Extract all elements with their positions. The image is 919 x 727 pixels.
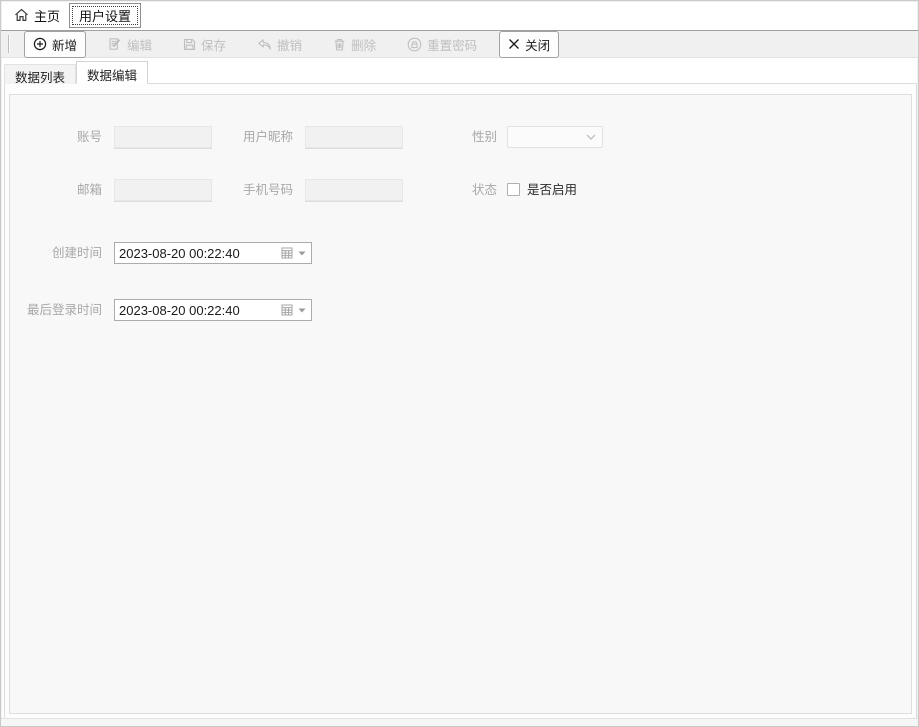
reset-password-button-label: 重置密码	[427, 35, 477, 54]
chevron-down-icon	[586, 134, 596, 140]
status-label: 状态	[390, 179, 497, 201]
app-window: 主页 用户设置 新增 编辑	[0, 0, 919, 727]
tab-user-settings-label: 用户设置	[79, 6, 131, 25]
plus-circle-icon	[33, 37, 47, 51]
tab-home-label: 主页	[34, 6, 60, 25]
nickname-label: 用户昵称	[190, 126, 293, 148]
edit-button[interactable]: 编辑	[99, 31, 161, 58]
tab-user-settings[interactable]: 用户设置	[69, 3, 141, 28]
add-button-label: 新增	[52, 35, 77, 54]
status-checkbox[interactable]	[507, 183, 520, 196]
last-login-time-picker-icons	[281, 300, 306, 320]
gender-label: 性别	[390, 126, 497, 148]
tab-data-edit[interactable]: 数据编辑	[76, 61, 148, 84]
created-time-label: 创建时间	[10, 242, 102, 264]
created-time-picker-icons	[281, 243, 306, 263]
trash-icon	[333, 38, 346, 51]
delete-button-label: 删除	[351, 35, 376, 54]
save-button[interactable]: 保存	[174, 31, 235, 58]
edit-icon	[108, 37, 122, 51]
phone-input[interactable]	[305, 179, 403, 201]
toolbar: 新增 编辑 保存	[1, 30, 918, 58]
last-login-time-label: 最后登录时间	[10, 299, 102, 321]
phone-label: 手机号码	[190, 179, 293, 201]
tab-data-list-label: 数据列表	[15, 71, 65, 85]
tab-home[interactable]: 主页	[5, 3, 69, 28]
undo-icon	[257, 38, 272, 51]
home-icon	[14, 8, 29, 22]
save-icon	[183, 38, 196, 51]
account-label: 账号	[10, 126, 102, 148]
edit-form-panel: 账号 用户昵称 性别 邮箱 手机号码 状态 是否启用 创建时间 2023-08-…	[9, 94, 912, 714]
close-icon	[508, 38, 520, 50]
lock-circle-icon	[407, 37, 422, 52]
close-button[interactable]: 关闭	[499, 31, 559, 58]
close-button-label: 关闭	[525, 35, 550, 54]
undo-button[interactable]: 撤销	[248, 31, 311, 58]
calendar-icon	[281, 304, 293, 316]
undo-button-label: 撤销	[277, 35, 302, 54]
caret-down-icon[interactable]	[298, 308, 306, 313]
status-bar	[1, 718, 918, 726]
edit-button-label: 编辑	[127, 35, 152, 54]
nickname-input[interactable]	[305, 126, 403, 148]
email-label: 邮箱	[10, 179, 102, 201]
save-button-label: 保存	[201, 35, 226, 54]
last-login-time-picker[interactable]: 2023-08-20 00:22:40	[114, 299, 312, 321]
gender-select[interactable]	[507, 126, 603, 148]
tab-data-list[interactable]: 数据列表	[4, 64, 76, 84]
delete-button[interactable]: 删除	[324, 31, 385, 58]
add-button[interactable]: 新增	[24, 31, 86, 58]
calendar-icon	[281, 247, 293, 259]
toolbar-grip[interactable]	[8, 35, 10, 53]
sub-tab-strip: 数据列表 数据编辑	[4, 61, 148, 84]
reset-password-button[interactable]: 重置密码	[398, 31, 486, 58]
status-checkbox-label: 是否启用	[527, 179, 577, 201]
main-tab-strip: 主页 用户设置	[5, 3, 141, 28]
created-time-value: 2023-08-20 00:22:40	[119, 246, 240, 261]
tab-data-edit-label: 数据编辑	[87, 69, 137, 83]
last-login-time-value: 2023-08-20 00:22:40	[119, 303, 240, 318]
caret-down-icon[interactable]	[298, 251, 306, 256]
created-time-picker[interactable]: 2023-08-20 00:22:40	[114, 242, 312, 264]
